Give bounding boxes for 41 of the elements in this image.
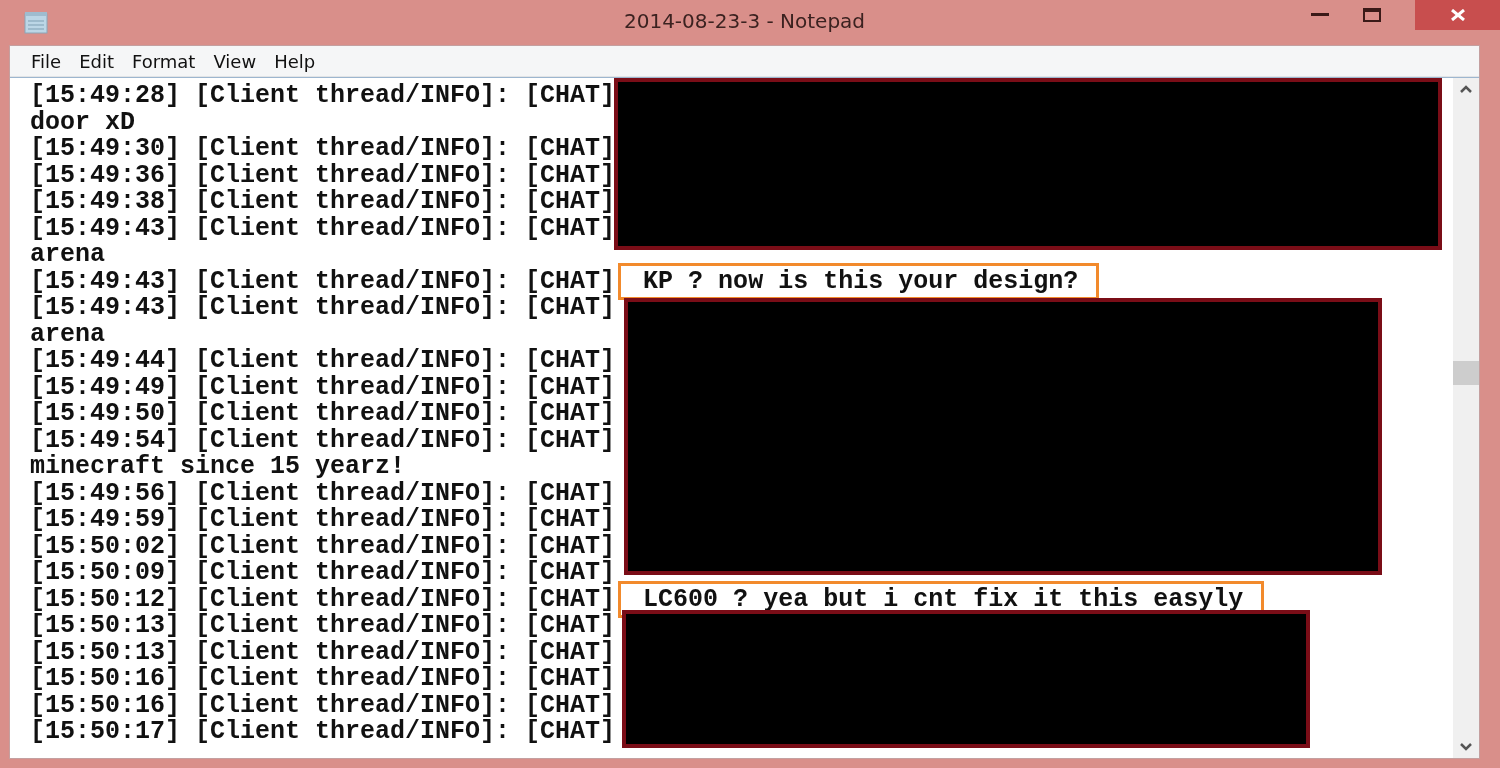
close-button[interactable]: [1415, 0, 1500, 30]
log-line: [15:49:56] [Client thread/INFO]: [CHAT]: [30, 478, 616, 508]
log-line: [15:50:17] [Client thread/INFO]: [CHAT]: [30, 717, 616, 746]
menu-item[interactable]: Format: [123, 50, 205, 72]
maximize-icon[interactable]: [1363, 8, 1381, 22]
log-line: [15:50:16] [Client thread/INFO]: [CHAT]: [30, 690, 616, 720]
log-line: [15:49:50] [Client thread/INFO]: [CHAT]: [30, 399, 616, 428]
log-line: [15:49:36] [Client thread/INFO]: [CHAT]: [30, 160, 616, 190]
log-line: arena: [30, 240, 105, 269]
menu-item[interactable]: Edit: [70, 50, 123, 72]
log-line: [15:49:38] [Client thread/INFO]: [CHAT]: [30, 187, 616, 216]
notepad-icon: [24, 10, 50, 35]
window-title: 2014-08-23-3 - Notepad: [623, 9, 866, 33]
log-line: [15:49:28] [Client thread/INFO]: [CHAT]: [30, 81, 616, 110]
log-line: minecraft since 15 yearz!: [30, 452, 406, 481]
log-line: [15:49:49] [Client thread/INFO]: [CHAT]: [30, 372, 616, 402]
log-line: [15:50:09] [Client thread/INFO]: [CHAT]: [30, 558, 616, 587]
close-icon: [1449, 9, 1466, 21]
menu-item[interactable]: View: [204, 50, 266, 72]
log-line: [15:50:13] [Client thread/INFO]: [CHAT]: [30, 611, 616, 640]
menu-item[interactable]: File: [22, 50, 71, 72]
log-line: [15:50:16] [Client thread/INFO]: [CHAT]: [30, 664, 616, 693]
scroll-up-icon[interactable]: [1459, 84, 1473, 94]
log-line: [15:50:12] [Client thread/INFO]: [CHAT]: [30, 584, 616, 614]
log-line: [15:49:43] [Client thread/INFO]: [CHAT]: [30, 293, 616, 322]
menu-item[interactable]: Help: [265, 50, 325, 72]
log-line: [15:49:43] [Client thread/INFO]: [CHAT]: [30, 213, 616, 243]
log-line: arena: [30, 319, 105, 349]
log-line: [15:50:02] [Client thread/INFO]: [CHAT]: [30, 531, 616, 561]
log-line: [15:49:30] [Client thread/INFO]: [CHAT]: [30, 134, 616, 163]
scroll-thumb[interactable]: [1453, 361, 1479, 385]
scroll-down-icon[interactable]: [1459, 742, 1473, 752]
minimize-icon[interactable]: [1311, 13, 1329, 17]
log-line: [15:49:44] [Client thread/INFO]: [CHAT]: [30, 346, 616, 375]
log-line: [15:49:59] [Client thread/INFO]: [CHAT]: [30, 505, 616, 534]
highlighted-message: KP ? now is this your design?: [618, 262, 1100, 300]
log-line: [15:49:43] [Client thread/INFO]: [CHAT]: [30, 266, 616, 296]
scrollbar[interactable]: [1453, 78, 1479, 758]
log-line: [15:49:54] [Client thread/INFO]: [CHAT]: [30, 425, 616, 455]
log-line: door xD: [30, 107, 136, 137]
log-line: [15:50:13] [Client thread/INFO]: [CHAT]: [30, 637, 616, 667]
